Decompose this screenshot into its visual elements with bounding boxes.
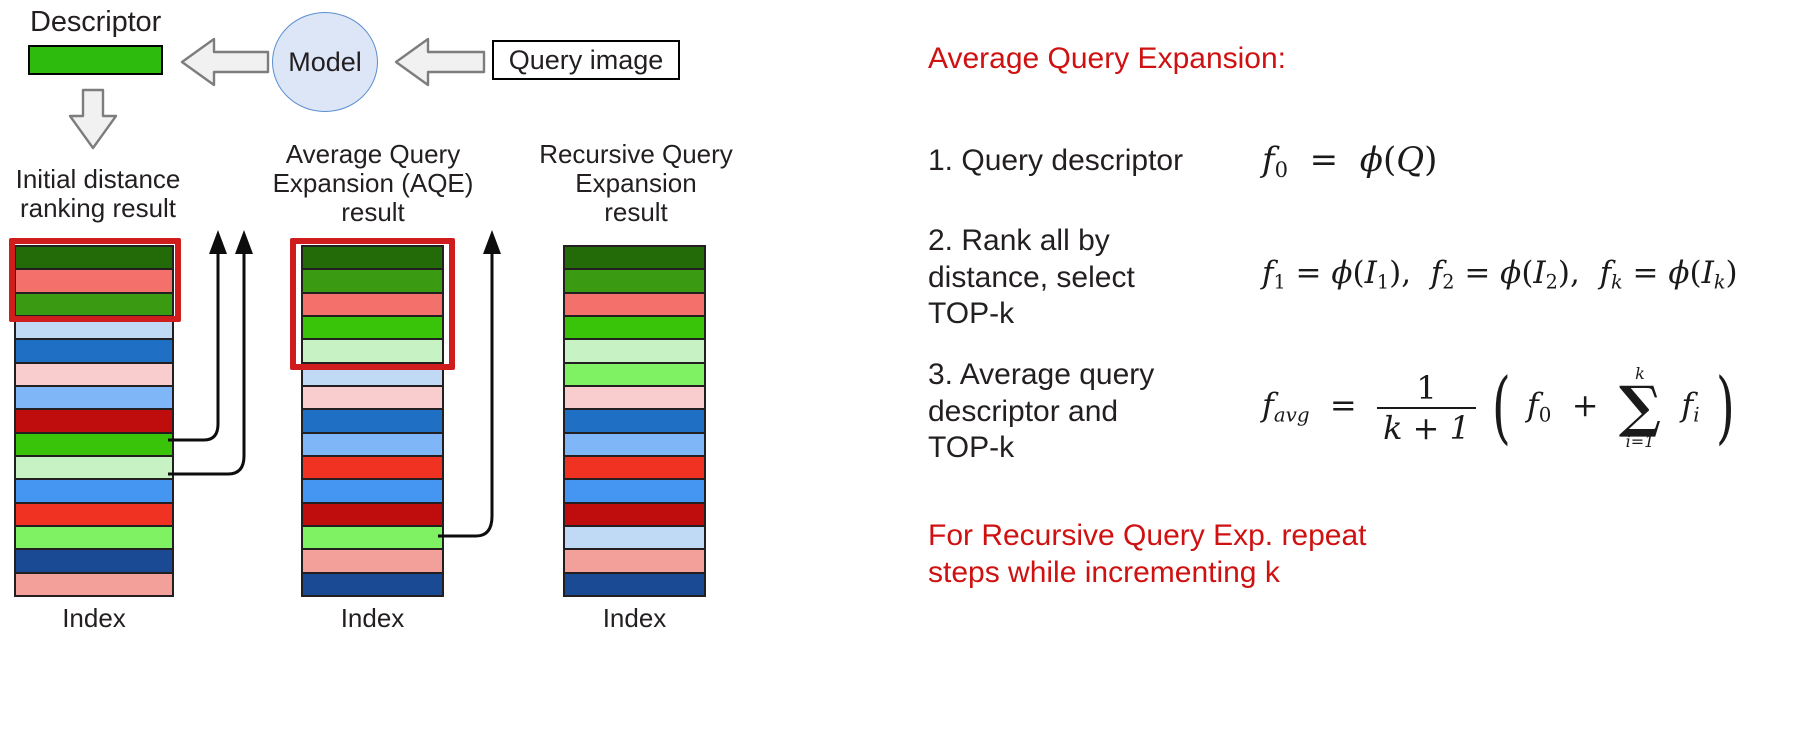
caption-recursive-line3: result [604, 197, 668, 228]
panel-step-3-line2: descriptor and [928, 394, 1119, 428]
sigma-icon: ∑ [1618, 373, 1662, 440]
panel-step-3: 3. Average query descriptor and TOP-k [928, 357, 1154, 467]
model-label: Model [288, 46, 362, 77]
caption-initial-line1: Initial distance [15, 164, 181, 194]
result-band [16, 456, 172, 481]
descriptor-label: Descriptor [30, 6, 162, 38]
result-band [16, 433, 172, 457]
highlight-box-aqe-topk [290, 238, 455, 370]
query-image-label: Query image [508, 44, 664, 75]
result-band [565, 316, 704, 341]
highlight-box-initial-topk [9, 238, 181, 322]
index-label-recursive: Index [602, 603, 667, 633]
result-band [565, 480, 704, 504]
result-band [16, 526, 172, 551]
caption-recursive: Recursive Query Expansion result [528, 139, 744, 228]
diagram-root: Descriptor Model Query image Initial dis… [0, 0, 1794, 729]
panel-footer-line1: For Recursive Query Exp. repeat [928, 519, 1367, 552]
index-label-aqe: Index [340, 603, 405, 633]
formula-f0: f0 = ϕ(Q) [1262, 140, 1438, 182]
query-image-box: Query image [492, 40, 680, 80]
result-band [565, 247, 704, 271]
result-band [303, 456, 442, 481]
feedback-arrow-aqe-to-recursive [438, 230, 501, 538]
panel-heading: Average Query Expansion: [928, 42, 1286, 75]
result-band [565, 340, 704, 364]
formula-fk-list: f1 = ϕ(I1), f2 = ϕ(I2), fk = ϕ(Ik) [1262, 255, 1738, 294]
result-band [565, 386, 704, 411]
panel-footer: For Recursive Query Exp. repeat steps wh… [928, 518, 1367, 591]
formula-fraction-denominator: k + 1 [1377, 406, 1476, 447]
panel-step-2-line2: distance, select [928, 260, 1135, 294]
index-label-initial: Index [62, 603, 126, 633]
caption-aqe: Average Query Expansion (AQE) result [265, 139, 481, 228]
arrow-model-to-descriptor [180, 37, 270, 87]
result-band [565, 410, 704, 434]
feedback-arrows-initial-to-aqe [168, 230, 253, 476]
caption-aqe-line1: Average Query [285, 139, 461, 169]
result-band [565, 433, 704, 457]
result-band [16, 363, 172, 387]
result-band [565, 270, 704, 294]
model-node: Model [272, 12, 378, 112]
caption-aqe-line3: result [341, 197, 405, 228]
result-band [303, 526, 442, 551]
result-band [303, 480, 442, 504]
caption-recursive-line1: Recursive Query [539, 139, 733, 169]
result-band [565, 293, 704, 317]
panel-step-2: 2. Rank all by distance, select TOP-k [928, 223, 1135, 333]
caption-aqe-line2: Expansion (AQE) [272, 168, 474, 199]
result-band [303, 433, 442, 457]
arrow-descriptor-to-ranking [68, 88, 118, 150]
result-band [16, 550, 172, 574]
result-band [565, 573, 704, 595]
result-band [565, 363, 704, 387]
caption-initial-line2: ranking result [19, 193, 177, 224]
result-band [303, 550, 442, 574]
caption-initial-ranking: Initial distance ranking result [0, 164, 196, 224]
formula-open-paren: ( [1491, 362, 1511, 453]
formula-favg: favg = 1 k + 1 ( f0 + k ∑ i=1 fi ) [1262, 362, 1735, 453]
result-band [565, 526, 704, 551]
formula-favg-fraction: 1 k + 1 [1377, 369, 1476, 447]
result-band [16, 386, 172, 411]
result-band [303, 386, 442, 411]
descriptor-bar [28, 45, 163, 75]
result-band [16, 573, 172, 595]
result-band [16, 410, 172, 434]
result-band [303, 410, 442, 434]
panel-footer-line2: steps while incrementing k [928, 555, 1280, 589]
formula-summation: k ∑ i=1 [1618, 365, 1662, 450]
result-band [565, 503, 704, 527]
result-band [16, 480, 172, 504]
panel-step-1: 1. Query descriptor [928, 144, 1184, 177]
result-band [565, 550, 704, 574]
stack-recursive-result [563, 245, 706, 597]
panel-step-3-line1: 3. Average query [928, 358, 1155, 391]
arrow-query-to-model [394, 37, 486, 87]
formula-fraction-numerator: 1 [1416, 368, 1437, 407]
caption-recursive-line2: Expansion [575, 168, 697, 199]
result-band [16, 340, 172, 364]
panel-step-3-line3: TOP-k [928, 431, 1015, 465]
result-band [16, 503, 172, 527]
formula-close-paren: ) [1715, 362, 1735, 453]
result-band [303, 573, 442, 595]
result-band [565, 456, 704, 481]
result-band [303, 503, 442, 527]
panel-step-2-line3: TOP-k [928, 297, 1015, 331]
panel-step-2-line1: 2. Rank all by [928, 224, 1110, 257]
